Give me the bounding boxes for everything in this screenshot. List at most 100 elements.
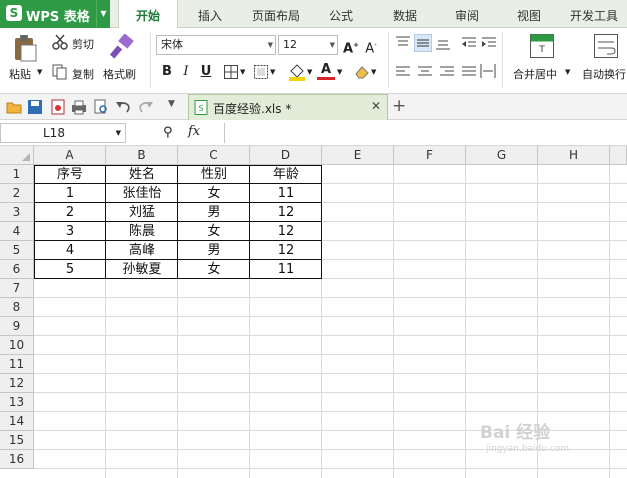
cell-b2[interactable]: 张佳怡 bbox=[106, 184, 178, 203]
row-header-14[interactable]: 14 bbox=[0, 412, 34, 431]
font-color-icon[interactable]: A bbox=[317, 61, 335, 80]
clear-format-icon[interactable] bbox=[354, 64, 370, 80]
cell-a1[interactable]: 序号 bbox=[34, 165, 106, 184]
cell-a2[interactable]: 1 bbox=[34, 184, 106, 203]
chevron-down-icon[interactable]: ▼ bbox=[240, 68, 245, 76]
chevron-down-icon[interactable]: ▼ bbox=[307, 68, 312, 76]
chevron-down-icon[interactable]: ▼ bbox=[96, 0, 110, 28]
cell-c5[interactable]: 男 bbox=[178, 241, 250, 260]
distributed-icon[interactable] bbox=[480, 64, 496, 78]
close-icon[interactable]: ✕ bbox=[371, 99, 381, 113]
cell-a4[interactable]: 3 bbox=[34, 222, 106, 241]
row-header-6[interactable]: 6 bbox=[0, 260, 34, 279]
row-header-15[interactable]: 15 bbox=[0, 431, 34, 450]
tab-review[interactable]: 审阅 bbox=[442, 0, 492, 28]
row-header-10[interactable]: 10 bbox=[0, 336, 34, 355]
tab-formulas[interactable]: 公式 bbox=[316, 0, 366, 28]
row-header-12[interactable]: 12 bbox=[0, 374, 34, 393]
sheet-grid[interactable]: ABCDEFGH 1 2 3 4 5 6 7 8 9 10 11 12 13 14 15 16 序号 姓名 性别年… bbox=[0, 146, 627, 478]
align-center-icon[interactable] bbox=[418, 66, 432, 78]
cell-style-icon[interactable] bbox=[254, 65, 268, 79]
column-header-c[interactable]: C bbox=[178, 146, 250, 165]
save-icon[interactable] bbox=[27, 99, 43, 115]
pdf-icon[interactable] bbox=[50, 99, 66, 115]
chevron-down-icon[interactable]: ▼ bbox=[371, 68, 376, 76]
cell-d1[interactable]: 年龄 bbox=[250, 165, 322, 184]
cell-d6[interactable]: 11 bbox=[250, 260, 322, 279]
column-header-d[interactable]: D bbox=[250, 146, 322, 165]
chevron-down-icon[interactable]: ▼ bbox=[168, 99, 184, 115]
row-header-16[interactable]: 16 bbox=[0, 450, 34, 469]
cell-b1[interactable]: 姓名 bbox=[106, 165, 178, 184]
align-bottom-icon[interactable] bbox=[436, 36, 450, 50]
column-header-b[interactable]: B bbox=[106, 146, 178, 165]
align-middle-icon[interactable] bbox=[414, 34, 432, 52]
cell-c6[interactable]: 女 bbox=[178, 260, 250, 279]
name-box[interactable]: L18 ▼ bbox=[0, 123, 126, 143]
indent-increase-icon[interactable] bbox=[482, 36, 496, 50]
fx-icon[interactable]: fx bbox=[188, 124, 200, 139]
align-left-icon[interactable] bbox=[396, 66, 410, 78]
font-size-select[interactable]: 12 ▼ bbox=[278, 35, 338, 55]
row-header-8[interactable]: 8 bbox=[0, 298, 34, 317]
tab-page-layout[interactable]: 页面布局 bbox=[244, 0, 308, 28]
cell-a5[interactable]: 4 bbox=[34, 241, 106, 260]
bold-icon[interactable]: B bbox=[158, 63, 176, 81]
align-right-icon[interactable] bbox=[440, 66, 454, 78]
cell-c3[interactable]: 男 bbox=[178, 203, 250, 222]
open-icon[interactable] bbox=[6, 99, 22, 115]
select-all-corner[interactable] bbox=[0, 146, 34, 165]
font-name-select[interactable]: 宋体 ▼ bbox=[156, 35, 276, 55]
tab-home[interactable]: 开始 bbox=[118, 0, 178, 29]
row-header-5[interactable]: 5 bbox=[0, 241, 34, 260]
increase-font-size-icon[interactable]: A+ bbox=[342, 36, 360, 56]
cell-b6[interactable]: 孙敏夏 bbox=[106, 260, 178, 279]
cell-c1[interactable]: 性别 bbox=[178, 165, 250, 184]
justify-icon[interactable] bbox=[462, 66, 476, 78]
print-icon[interactable] bbox=[71, 99, 87, 115]
formula-input[interactable] bbox=[224, 123, 627, 143]
border-icon[interactable] bbox=[224, 65, 238, 79]
row-header-3[interactable]: 3 bbox=[0, 203, 34, 222]
cell-a6[interactable]: 5 bbox=[34, 260, 106, 279]
row-header-1[interactable]: 1 bbox=[0, 165, 34, 184]
row-header-9[interactable]: 9 bbox=[0, 317, 34, 336]
align-top-icon[interactable] bbox=[396, 36, 410, 50]
column-header-e[interactable]: E bbox=[322, 146, 394, 165]
row-header-7[interactable]: 7 bbox=[0, 279, 34, 298]
tab-view[interactable]: 视图 bbox=[504, 0, 554, 28]
cell-b4[interactable]: 陈晨 bbox=[106, 222, 178, 241]
row-header-2[interactable]: 2 bbox=[0, 184, 34, 203]
redo-icon[interactable] bbox=[138, 99, 154, 115]
new-tab-icon[interactable]: + bbox=[392, 96, 406, 116]
cell-d5[interactable]: 12 bbox=[250, 241, 322, 260]
row-header-13[interactable]: 13 bbox=[0, 393, 34, 412]
indent-decrease-icon[interactable] bbox=[462, 36, 476, 50]
print-preview-icon[interactable] bbox=[93, 99, 109, 115]
underline-icon[interactable]: U bbox=[197, 63, 215, 81]
document-tab[interactable]: S 百度经验.xls * ✕ bbox=[188, 94, 388, 120]
column-header-f[interactable]: F bbox=[394, 146, 466, 165]
cell-a3[interactable]: 2 bbox=[34, 203, 106, 222]
column-header[interactable] bbox=[610, 146, 627, 165]
cell-b5[interactable]: 高峰 bbox=[106, 241, 178, 260]
tab-developer[interactable]: 开发工具 bbox=[564, 0, 624, 28]
chevron-down-icon[interactable]: ▼ bbox=[337, 68, 342, 76]
cell-d3[interactable]: 12 bbox=[250, 203, 322, 222]
wps-logo-button[interactable]: S WPS 表格 ▼ bbox=[0, 0, 110, 28]
undo-icon[interactable] bbox=[115, 99, 131, 115]
cell-c2[interactable]: 女 bbox=[178, 184, 250, 203]
cell-b3[interactable]: 刘猛 bbox=[106, 203, 178, 222]
row-header-4[interactable]: 4 bbox=[0, 222, 34, 241]
italic-icon[interactable]: I bbox=[177, 63, 195, 81]
cell-d2[interactable]: 11 bbox=[250, 184, 322, 203]
tab-data[interactable]: 数据 bbox=[380, 0, 430, 28]
chevron-down-icon[interactable]: ▼ bbox=[270, 68, 275, 76]
tab-insert[interactable]: 插入 bbox=[182, 0, 238, 28]
cell-d4[interactable]: 12 bbox=[250, 222, 322, 241]
column-header-g[interactable]: G bbox=[466, 146, 538, 165]
decrease-font-size-icon[interactable]: A- bbox=[362, 36, 380, 56]
fill-color-icon[interactable] bbox=[288, 63, 306, 81]
row-header-11[interactable]: 11 bbox=[0, 355, 34, 374]
zoom-icon[interactable]: ⚲ bbox=[163, 125, 173, 140]
